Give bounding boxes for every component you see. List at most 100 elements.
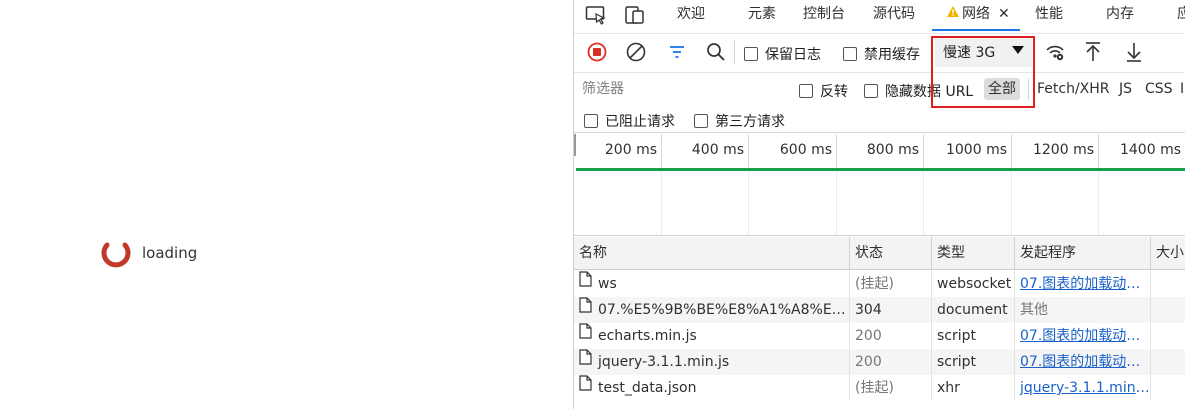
blocked-requests-checkbox[interactable]: 已阻止请求 <box>584 111 675 131</box>
table-row[interactable]: echarts.min.js 200 script 07.图表的加载动画.htm… <box>574 323 1185 349</box>
filter-input[interactable] <box>578 77 783 101</box>
dropdown-caret-icon <box>1012 46 1024 54</box>
status-cell: 200 <box>850 323 932 349</box>
search-icon[interactable] <box>705 41 727 63</box>
tab-sources[interactable]: 源代码 <box>873 0 915 31</box>
request-name: echarts.min.js <box>598 328 697 344</box>
timeline-gridline <box>748 168 749 235</box>
table-row[interactable]: jquery-3.1.1.min.js 200 script 07.图表的加载动… <box>574 349 1185 375</box>
request-name: ws <box>598 276 617 292</box>
request-name: test_data.json <box>598 380 697 396</box>
timeline-tick: 800 ms <box>837 134 924 168</box>
type-cell: websocket <box>932 271 1015 297</box>
filter-type-js[interactable]: JS <box>1115 78 1136 100</box>
size-cell <box>1151 375 1185 401</box>
size-cell <box>1151 323 1185 349</box>
tab-performance[interactable]: 性能 <box>1035 0 1063 31</box>
type-cell: script <box>932 323 1015 349</box>
timeline-tick: 1000 ms <box>924 134 1012 168</box>
timeline-gridline <box>1098 168 1099 235</box>
file-icon <box>579 323 592 348</box>
type-cell: xhr <box>932 375 1015 401</box>
tab-application[interactable]: 应 <box>1177 0 1185 31</box>
table-header: 名称 状态 类型 发起程序 大小 <box>574 237 1185 270</box>
table-row[interactable]: 07.%E5%9B%BE%E8%A1%A8%E7%9A%84%E5%8A%A0%… <box>574 297 1185 323</box>
network-conditions-icon[interactable] <box>1044 41 1066 63</box>
filter-divider <box>1028 78 1029 100</box>
checkbox-box[interactable] <box>843 47 857 61</box>
tab-welcome[interactable]: 欢迎 <box>677 0 705 31</box>
loading-text: loading <box>142 244 198 262</box>
timeline-tick: 200 ms <box>574 134 662 168</box>
type-cell: script <box>932 349 1015 375</box>
status-cell: 304 <box>850 297 932 323</box>
initiator-link[interactable]: jquery-3.1.1.min.js <box>1015 375 1151 401</box>
clear-icon[interactable] <box>625 41 647 63</box>
disable-cache-checkbox[interactable]: 禁用缓存 <box>843 44 920 64</box>
toolbar-divider <box>734 40 735 64</box>
filter-type-fetch-xhr[interactable]: Fetch/XHR <box>1033 78 1114 100</box>
request-name-cell: ws <box>574 271 850 297</box>
initiator-cell: 其他 <box>1015 297 1151 323</box>
third-party-requests-checkbox[interactable]: 第三方请求 <box>694 111 785 131</box>
import-har-icon[interactable] <box>1082 41 1104 63</box>
checkbox-box[interactable] <box>584 114 598 128</box>
initiator-link[interactable]: 07.图表的加载动画.html <box>1015 271 1151 297</box>
column-header-initiator[interactable]: 发起程序 <box>1015 237 1151 270</box>
table-row[interactable]: ws (挂起) websocket 07.图表的加载动画.html <box>574 271 1185 297</box>
initiator-link[interactable]: 07.图表的加载动画.html <box>1015 323 1151 349</box>
invert-checkbox[interactable]: 反转 <box>799 81 848 101</box>
table-row[interactable]: test_data.json (挂起) xhr jquery-3.1.1.min… <box>574 375 1185 401</box>
loading-spinner-icon <box>101 242 131 268</box>
request-name-cell: echarts.min.js <box>574 323 850 349</box>
file-icon <box>579 375 592 400</box>
request-table: 名称 状态 类型 发起程序 大小 ws (挂起) websocket 07.图表… <box>574 237 1185 409</box>
initiator-link[interactable]: 07.图表的加载动画.html <box>1015 349 1151 375</box>
size-cell <box>1151 349 1185 375</box>
file-icon <box>579 271 592 296</box>
column-header-type[interactable]: 类型 <box>932 237 1015 270</box>
tab-network[interactable]: 网络 ✕ <box>932 0 1020 31</box>
blocked-requests-label: 已阻止请求 <box>605 114 675 130</box>
status-cell: (挂起) <box>850 375 932 401</box>
network-throttle-select[interactable]: 慢速 3G <box>935 36 1032 67</box>
size-cell <box>1151 297 1185 323</box>
timeline-gridline <box>661 168 662 235</box>
record-stop-icon[interactable] <box>586 41 608 63</box>
filter-icon[interactable] <box>666 41 688 63</box>
checkbox-box[interactable] <box>744 47 758 61</box>
loading-indicator: loading <box>100 237 197 269</box>
filter-type-css[interactable]: CSS <box>1141 78 1177 100</box>
inspect-element-icon[interactable] <box>584 4 608 26</box>
preserve-log-label: 保留日志 <box>765 47 821 63</box>
devtools-panel: 欢迎 元素 控制台 源代码 网络 ✕ 性能 内存 应 保留日志 禁用缓存 慢速 3… <box>573 0 1185 409</box>
filter-type-all[interactable]: 全部 <box>984 78 1020 100</box>
timeline-gridline <box>1011 168 1012 235</box>
tab-memory[interactable]: 内存 <box>1106 0 1134 31</box>
status-cell: 200 <box>850 349 932 375</box>
timeline-gridline <box>836 168 837 235</box>
column-header-size[interactable]: 大小 <box>1151 237 1185 270</box>
preserve-log-checkbox[interactable]: 保留日志 <box>744 44 821 64</box>
checkbox-box[interactable] <box>799 84 813 98</box>
tab-network-label: 网络 <box>962 6 990 22</box>
filter-type-img[interactable]: I <box>1176 78 1185 100</box>
request-name-cell: 07.%E5%9B%BE%E8%A1%A8%E7%9A%84%E5%8A%A0%… <box>574 297 850 323</box>
invert-label: 反转 <box>820 84 848 100</box>
tab-console[interactable]: 控制台 <box>803 0 845 31</box>
timeline-overview[interactable]: 200 ms 400 ms 600 ms 800 ms 1000 ms 1200… <box>574 134 1185 236</box>
column-header-status[interactable]: 状态 <box>850 237 932 270</box>
tab-elements[interactable]: 元素 <box>748 0 776 31</box>
close-tab-icon[interactable]: ✕ <box>998 6 1010 22</box>
checkbox-box[interactable] <box>694 114 708 128</box>
checkbox-box[interactable] <box>864 84 878 98</box>
type-cell: document <box>932 297 1015 323</box>
third-party-requests-label: 第三方请求 <box>715 114 785 130</box>
column-header-name[interactable]: 名称 <box>574 237 850 270</box>
request-name: jquery-3.1.1.min.js <box>598 354 730 370</box>
timeline-gridline <box>923 168 924 235</box>
device-toolbar-icon[interactable] <box>623 4 647 26</box>
export-har-icon[interactable] <box>1123 41 1145 63</box>
timeline-tick: 1400 ms <box>1099 134 1185 168</box>
hide-data-urls-checkbox[interactable]: 隐藏数据 URL <box>864 81 973 101</box>
